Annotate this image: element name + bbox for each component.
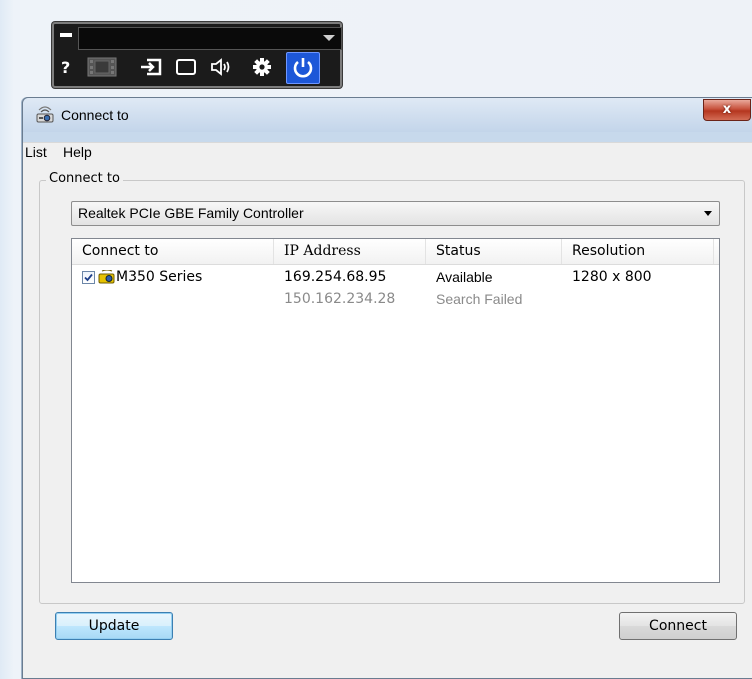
close-icon: x [722, 102, 732, 117]
menu-bar: List Help [23, 142, 752, 163]
cell-status: Available [436, 269, 493, 285]
column-resolution[interactable]: Resolution [562, 239, 714, 264]
title-bar[interactable]: Connect to x [23, 98, 752, 132]
question-mark-icon[interactable]: ? [58, 52, 76, 82]
blank-screen-icon[interactable] [174, 52, 198, 82]
row-checkbox[interactable] [82, 271, 95, 284]
gear-icon[interactable] [250, 52, 274, 82]
connect-to-window: Connect to x List Help Connect to Realte… [22, 97, 752, 679]
chevron-down-icon[interactable] [704, 211, 712, 216]
column-status[interactable]: Status [426, 239, 562, 264]
network-adapter-dropdown[interactable]: Realtek PCIe GBE Family Controller [71, 201, 720, 226]
projector-list[interactable]: Connect to IP Address Status Resolution … [71, 238, 720, 583]
cell-ip-address: 169.254.68.95 [284, 269, 387, 285]
close-button[interactable]: x [703, 99, 751, 121]
film-icon[interactable] [84, 52, 120, 82]
minimize-icon[interactable] [60, 33, 72, 37]
source-select[interactable] [78, 27, 342, 50]
chevron-down-icon[interactable] [323, 35, 335, 41]
projector-network-icon [35, 106, 55, 128]
speaker-icon[interactable] [208, 52, 236, 82]
projector-toolbar: ? [52, 22, 342, 88]
table-row[interactable]: M350 Series 169.254.68.95 Available 1280… [72, 266, 719, 288]
input-source-icon[interactable] [138, 52, 164, 82]
cell-device-name: M350 Series [116, 269, 203, 285]
table-row[interactable]: 150.162.234.28 Search Failed [72, 288, 719, 310]
dialog-body: Connect to Realtek PCIe GBE Family Contr… [23, 162, 752, 678]
svg-text:?: ? [61, 58, 70, 76]
cell-resolution: 1280 x 800 [572, 269, 652, 285]
column-connect-to[interactable]: Connect to [72, 239, 274, 264]
connect-button[interactable]: Connect [619, 612, 737, 640]
list-header: Connect to IP Address Status Resolution [72, 239, 719, 265]
column-ip-address[interactable]: IP Address [274, 239, 426, 264]
cell-ip-address: 150.162.234.28 [284, 291, 396, 307]
menu-help[interactable]: Help [63, 144, 92, 160]
projector-icon [98, 269, 116, 288]
group-label: Connect to [46, 171, 123, 186]
adapter-selected-value: Realtek PCIe GBE Family Controller [78, 205, 304, 221]
update-button[interactable]: Update [55, 612, 173, 640]
power-icon[interactable] [286, 52, 320, 84]
cell-status: Search Failed [436, 291, 523, 307]
window-title: Connect to [61, 107, 129, 123]
menu-list[interactable]: List [25, 144, 47, 160]
